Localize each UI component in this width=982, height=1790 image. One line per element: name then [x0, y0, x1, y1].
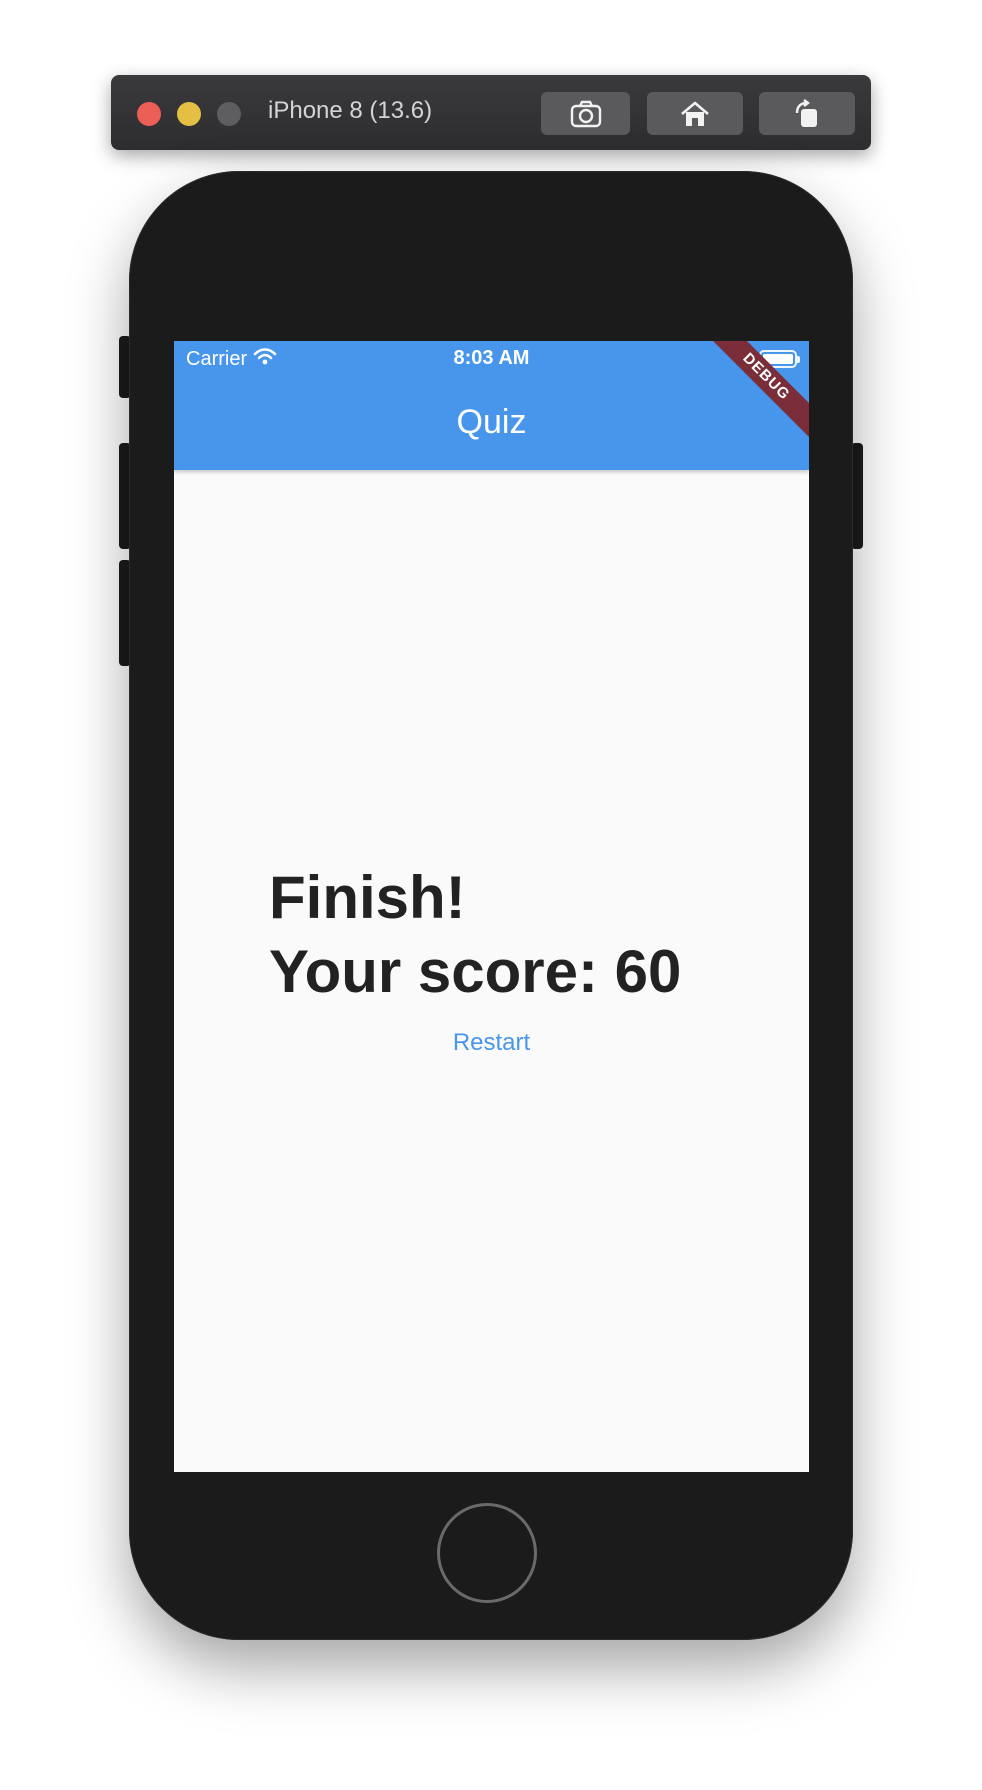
close-window-button[interactable]	[137, 102, 161, 126]
app-bar: Carrier 8:03 AM Quiz	[174, 341, 809, 470]
minimize-window-button[interactable]	[177, 102, 201, 126]
simulator-stage: iPhone 8 (13.6) Carrier 8:03 AM Quiz DEB…	[0, 0, 982, 1790]
app-screen: Carrier 8:03 AM Quiz DEBUG Finish! Your …	[174, 341, 809, 1472]
score-text: Your score: 60	[269, 938, 682, 1005]
camera-icon	[570, 100, 602, 128]
zoom-window-button[interactable]	[217, 102, 241, 126]
rotate-icon	[791, 98, 823, 129]
restart-button[interactable]: Restart	[174, 1029, 809, 1057]
simulator-toolbar: iPhone 8 (13.6)	[111, 75, 871, 150]
rotate-button[interactable]	[759, 92, 855, 135]
screenshot-button[interactable]	[541, 92, 630, 135]
device-title: iPhone 8 (13.6)	[268, 97, 433, 124]
home-icon	[679, 100, 711, 128]
finish-heading: Finish!	[269, 864, 466, 931]
quiz-result: Finish! Your score: 60	[269, 861, 789, 1009]
device-home-button[interactable]	[437, 1503, 537, 1603]
page-title: Quiz	[456, 403, 527, 441]
home-button[interactable]	[647, 92, 743, 135]
status-time: 8:03 AM	[453, 347, 530, 369]
